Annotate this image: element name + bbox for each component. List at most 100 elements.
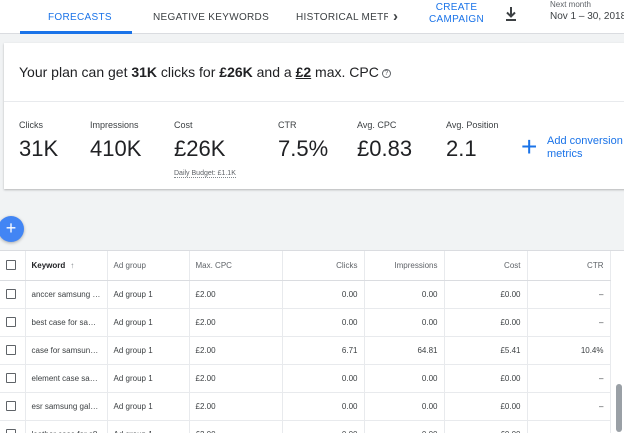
help-icon[interactable]: ?: [381, 69, 391, 78]
keyword-table: Keyword ↑ Ad group Max. CPC Clicks Impres…: [0, 250, 624, 433]
ctr-cell: –: [527, 280, 611, 309]
column-header-max-cpc[interactable]: Max. CPC: [189, 251, 283, 281]
metric-clicks: Clicks 31K: [19, 120, 58, 162]
column-header-ctr[interactable]: CTR: [527, 251, 611, 281]
daily-budget[interactable]: Daily Budget: £1.1K: [174, 170, 236, 178]
max-cpc-cell[interactable]: £2.00: [189, 308, 283, 337]
plan-summary-cost: £26K: [219, 64, 253, 80]
metric-impressions: Impressions 410K: [90, 120, 141, 162]
metric-value: £0.83: [357, 136, 413, 161]
column-header-clicks[interactable]: Clicks: [282, 251, 365, 281]
ad-group-cell: Ad group 1: [107, 308, 190, 337]
chevron-right-icon[interactable]: ›: [393, 8, 398, 25]
column-header-keyword[interactable]: Keyword ↑: [25, 251, 108, 281]
ctr-cell: –: [527, 392, 611, 421]
row-checkbox[interactable]: [6, 373, 16, 383]
ad-group-cell: Ad group 1: [107, 392, 190, 421]
add-conversion-line1: Add conversion: [547, 135, 623, 147]
ad-group-cell: Ad group 1: [107, 336, 190, 365]
table-row[interactable]: anccer samsung galaxy s8Ad group 1£2.00 0…: [0, 280, 611, 309]
plan-summary-prefix: Your plan can get: [19, 64, 132, 80]
clicks-cell: 0.00: [282, 420, 365, 433]
cost-cell: £0.00: [444, 420, 528, 433]
table-row[interactable]: element case samsung Ad group 1 £2.00 0.00 0…: [0, 364, 611, 393]
row-checkbox[interactable]: [6, 317, 16, 327]
active-tab-indicator: [20, 31, 132, 34]
top-tab-bar: FORECASTS NEGATIVE KEYWORDS HISTORICAL M…: [0, 0, 624, 34]
table-row[interactable]: best case for samsung s8Ad group 1£2.000…: [0, 308, 611, 337]
ad-group-cell: Ad group 1: [107, 364, 190, 393]
column-header-impressions[interactable]: Impressions: [364, 251, 445, 281]
plan-summary: Your plan can get 31K clicks for £26K an…: [19, 64, 391, 80]
card-divider: [4, 101, 624, 102]
row-checkbox-cell: [0, 392, 26, 421]
row-checkbox-cell: [0, 280, 26, 309]
row-checkbox-cell: [0, 364, 26, 393]
ctr-cell: –: [527, 420, 611, 433]
date-range-selector[interactable]: Next month Nov 1 – 30, 2018: [550, 0, 624, 22]
cost-cell: £0.00: [444, 364, 528, 393]
download-icon[interactable]: [502, 4, 520, 24]
add-keyword-button[interactable]: +: [0, 216, 24, 242]
ad-group-cell: Ad group 1: [107, 280, 190, 309]
sort-arrow-icon: ↑: [70, 260, 75, 270]
row-checkbox-cell: [0, 420, 26, 433]
impressions-cell: 0.00: [364, 420, 445, 433]
metric-ctr: CTR 7.5%: [278, 120, 328, 162]
impressions-cell: 0.00: [364, 308, 445, 337]
metric-label: Avg. CPC: [357, 120, 397, 130]
max-cpc-cell[interactable]: £2.00: [189, 364, 283, 393]
keyword-cell: anccer samsung galaxy s8: [25, 280, 108, 309]
ctr-cell: 10.4%: [527, 336, 611, 365]
metric-value: 410K: [90, 136, 142, 161]
max-cpc-cell[interactable]: £2.00: [189, 280, 283, 309]
tab-forecasts[interactable]: FORECASTS: [48, 12, 112, 23]
plan-summary-suffix: max. CPC: [311, 64, 379, 80]
table-row[interactable]: case for samsung galaxyAd group 1£2.006.…: [0, 336, 611, 365]
keyword-cell: element case samsung: [25, 364, 108, 393]
create-campaign-button[interactable]: CREATE CAMPAIGN: [429, 2, 484, 26]
date-range-label: Next month: [550, 0, 591, 9]
cost-cell: £0.00: [444, 280, 528, 309]
cost-cell: £0.00: [444, 392, 528, 421]
impressions-cell: 64.81: [364, 336, 445, 365]
metric-label: Cost: [174, 120, 193, 130]
create-campaign-line1: CREATE: [435, 2, 478, 13]
table-row[interactable]: leather case for s8Ad group 1£2.000.000.…: [0, 420, 611, 433]
plan-summary-mid1: clicks for: [157, 64, 220, 80]
cost-cell: £5.41: [444, 336, 528, 365]
metric-avg-position: Avg. Position 2.1: [446, 120, 498, 162]
ctr-cell: –: [527, 364, 611, 393]
tab-historical-metrics[interactable]: HISTORICAL METRICS: [296, 12, 388, 23]
date-range-value: Nov 1 – 30, 2018: [550, 11, 624, 22]
cost-cell: £0.00: [444, 308, 528, 337]
select-all-checkbox[interactable]: [6, 260, 16, 271]
column-header-ad-group[interactable]: Ad group: [107, 251, 190, 281]
max-cpc-cell[interactable]: £2.00: [189, 420, 283, 433]
impressions-cell: 0.00: [364, 392, 445, 421]
add-conversion-line2: metrics: [547, 148, 583, 160]
max-cpc-link[interactable]: £2: [296, 64, 312, 80]
row-checkbox[interactable]: [6, 401, 16, 411]
impressions-cell: 0.00: [364, 280, 445, 309]
metric-cost: Cost £26K Daily Budget: £1.1K: [174, 120, 236, 180]
plan-summary-clicks: 31K: [131, 64, 158, 80]
tab-negative-keywords[interactable]: NEGATIVE KEYWORDS: [153, 12, 269, 23]
column-header-cost[interactable]: Cost: [444, 251, 528, 281]
clicks-cell: 0.00: [282, 392, 365, 421]
row-checkbox[interactable]: [6, 429, 16, 433]
max-cpc-cell[interactable]: £2.00: [189, 392, 283, 421]
metric-label: Impressions: [90, 120, 139, 130]
row-checkbox[interactable]: [6, 345, 16, 355]
max-cpc-cell[interactable]: £2.00: [189, 336, 283, 365]
table-row[interactable]: esr samsung galaxy s8 Ad group 1 £2.00 0.00…: [0, 392, 611, 421]
metric-label: Clicks: [19, 120, 43, 130]
keyword-header-label: Keyword: [31, 260, 66, 270]
keyword-cell: esr samsung galaxy s8: [25, 392, 108, 421]
row-checkbox[interactable]: [6, 289, 16, 299]
plus-icon: +: [521, 131, 538, 162]
metric-avg-cpc: Avg. CPC £0.83: [357, 120, 412, 162]
clicks-cell: 6.71: [282, 336, 365, 365]
create-campaign-line2: CAMPAIGN: [429, 14, 484, 25]
table-scrollbar[interactable]: [616, 384, 622, 432]
